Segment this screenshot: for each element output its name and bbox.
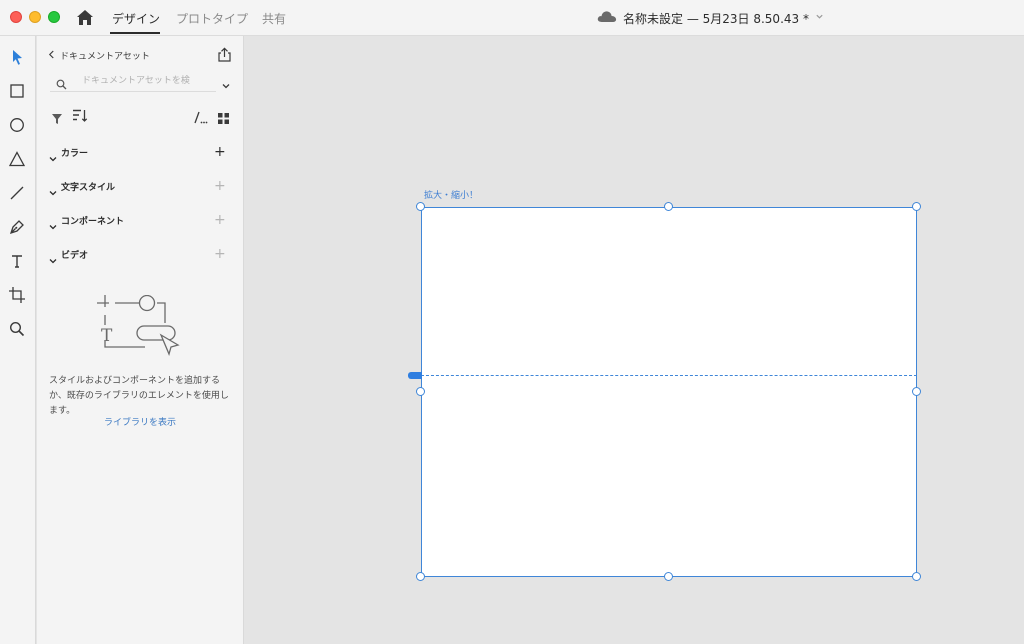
chevron-down-icon — [49, 148, 57, 162]
zoom-tool-icon[interactable] — [8, 320, 26, 338]
resize-handle-bottom[interactable] — [664, 572, 673, 581]
artboard-label[interactable]: 拡大・縮小！ — [424, 188, 478, 201]
share-icon[interactable] — [217, 47, 232, 62]
polygon-tool-icon[interactable] — [8, 150, 26, 168]
search-icon — [56, 75, 67, 90]
section-colors[interactable]: カラー + — [49, 144, 229, 162]
view-libraries-link[interactable]: ライブラリを表示 — [49, 415, 231, 428]
viewport-height-handle[interactable] — [408, 372, 422, 379]
empty-assets-illustration-icon: T — [97, 294, 181, 357]
list-view-icon[interactable] — [194, 109, 208, 124]
line-tool-icon[interactable] — [8, 184, 26, 202]
assets-panel-header[interactable]: ドキュメントアセット — [48, 49, 150, 62]
chevron-down-icon — [49, 182, 57, 196]
ellipse-tool-icon[interactable] — [8, 116, 26, 134]
window-maximize-button[interactable] — [48, 11, 60, 23]
active-tab-indicator — [110, 32, 160, 34]
select-tool-icon[interactable] — [8, 48, 26, 66]
assets-panel-title: ドキュメントアセット — [60, 52, 150, 62]
section-label: カラー — [61, 149, 89, 159]
resize-handle-top-left[interactable] — [416, 202, 425, 211]
asset-search-input[interactable] — [82, 73, 212, 89]
resize-handle-right[interactable] — [912, 387, 921, 396]
section-video[interactable]: ビデオ + — [49, 246, 229, 264]
window-minimize-button[interactable] — [29, 11, 41, 23]
chevron-down-icon[interactable] — [815, 12, 824, 24]
svg-text:T: T — [101, 326, 113, 346]
title-bar: デザイン プロトタイプ 共有 名称未設定 — 5月23日 8.50.43 * — [0, 0, 1024, 36]
home-icon[interactable] — [76, 9, 94, 26]
cloud-icon — [597, 10, 617, 26]
text-tool-icon[interactable] — [8, 252, 26, 270]
resize-handle-top[interactable] — [664, 202, 673, 211]
artboard-tool-icon[interactable] — [8, 286, 26, 304]
section-character-styles[interactable]: 文字スタイル + — [49, 178, 229, 196]
section-components[interactable]: コンポーネント + — [49, 212, 229, 230]
section-label: コンポーネント — [61, 217, 125, 227]
resize-handle-top-right[interactable] — [912, 202, 921, 211]
empty-assets-message: スタイルおよびコンポーネントを追加するか、既存のライブラリのエレメントを使用しま… — [49, 376, 229, 416]
tab-design[interactable]: デザイン — [112, 10, 160, 27]
artboard[interactable] — [421, 207, 917, 577]
asset-search-box[interactable] — [50, 70, 216, 92]
resize-handle-bottom-right[interactable] — [912, 572, 921, 581]
resize-handle-bottom-left[interactable] — [416, 572, 425, 581]
assets-panel: ドキュメントアセット カラー + 文字スタイル + コンポーネント + — [37, 36, 244, 644]
add-video-icon[interactable]: + — [214, 247, 226, 261]
section-label: 文字スタイル — [61, 183, 116, 193]
section-label: ビデオ — [61, 251, 89, 261]
tab-share[interactable]: 共有 — [262, 10, 286, 27]
rectangle-tool-icon[interactable] — [8, 82, 26, 100]
chevron-down-icon — [49, 250, 57, 264]
add-component-icon[interactable]: + — [214, 213, 226, 227]
add-character-style-icon[interactable]: + — [214, 179, 226, 193]
document-title: 名称未設定 — 5月23日 8.50.43 * — [623, 11, 809, 26]
chevron-left-icon[interactable] — [48, 50, 55, 62]
add-color-icon[interactable]: + — [214, 145, 226, 159]
resize-handle-left[interactable] — [416, 387, 425, 396]
grid-view-icon[interactable] — [218, 109, 229, 124]
viewport-height-line — [421, 375, 917, 376]
chevron-down-icon — [49, 216, 57, 230]
chevron-down-icon[interactable] — [221, 76, 231, 89]
window-close-button[interactable] — [10, 11, 22, 23]
pen-tool-icon[interactable] — [8, 218, 26, 236]
sort-icon[interactable] — [72, 108, 88, 123]
filter-icon[interactable] — [51, 110, 63, 124]
tool-bar — [0, 36, 36, 644]
tab-prototype[interactable]: プロトタイプ — [176, 10, 248, 27]
document-title-menu[interactable]: 名称未設定 — 5月23日 8.50.43 * — [597, 9, 824, 27]
